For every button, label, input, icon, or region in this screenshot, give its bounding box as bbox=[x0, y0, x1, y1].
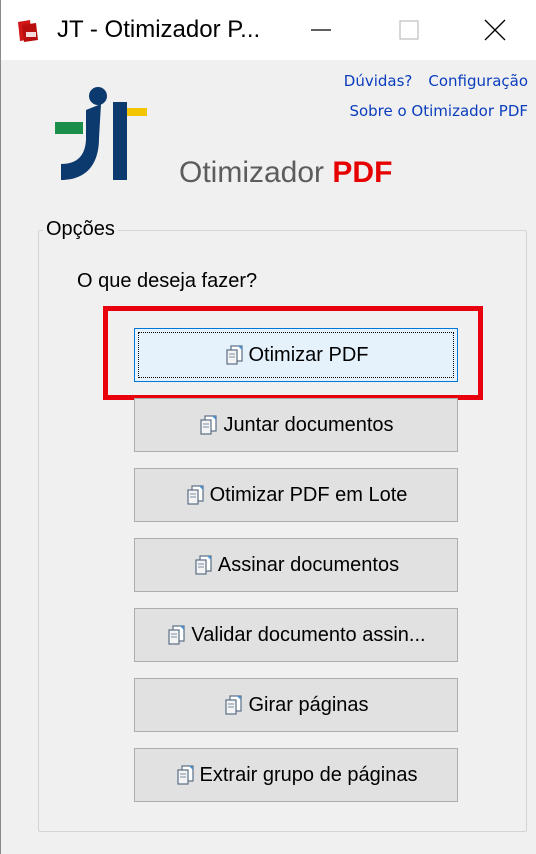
close-icon bbox=[484, 19, 506, 41]
validate-signed-document-button[interactable]: Validar documento assin... bbox=[134, 608, 458, 662]
about-link[interactable]: Sobre o Otimizador PDF bbox=[349, 102, 528, 120]
settings-link[interactable]: Configuração bbox=[428, 72, 528, 90]
title-bar[interactable]: JT - Otimizador P... bbox=[1, 0, 536, 60]
document-icon bbox=[225, 345, 243, 365]
batch-optimize-button[interactable]: Otimizar PDF em Lote bbox=[134, 468, 458, 522]
sign-documents-label: Assinar documentos bbox=[217, 553, 400, 576]
app-name-heading: Otimizador PDF bbox=[179, 156, 392, 190]
options-group-title: Opções bbox=[43, 218, 118, 241]
document-icon bbox=[200, 415, 218, 435]
app-window: JT - Otimizador P... Dúvidas? Configuraçã… bbox=[0, 0, 536, 854]
app-name-pdf: PDF bbox=[332, 156, 393, 189]
header-links: Dúvidas? Configuração Sobre o Otimizador … bbox=[344, 66, 528, 126]
window-title: JT - Otimizador P... bbox=[57, 16, 261, 43]
document-icon bbox=[186, 485, 204, 505]
maximize-icon bbox=[399, 20, 419, 40]
minimize-button[interactable] bbox=[275, 0, 367, 60]
options-question: O que deseja fazer? bbox=[77, 270, 258, 292]
document-icon bbox=[225, 695, 243, 715]
document-icon bbox=[195, 555, 212, 575]
rotate-pages-button[interactable]: Girar páginas bbox=[134, 678, 458, 732]
extract-pages-button[interactable]: Extrair grupo de páginas bbox=[134, 748, 458, 802]
help-link[interactable]: Dúvidas? bbox=[344, 72, 413, 90]
optimize-pdf-button[interactable]: Otimizar PDF bbox=[134, 328, 458, 382]
document-icon bbox=[168, 625, 185, 645]
merge-documents-button[interactable]: Juntar documentos bbox=[134, 398, 458, 452]
validate-signed-document-label: Validar documento assin... bbox=[191, 623, 426, 646]
document-icon bbox=[176, 765, 194, 785]
batch-optimize-label: Otimizar PDF em Lote bbox=[209, 483, 408, 506]
pdf-app-icon bbox=[18, 20, 38, 42]
sign-documents-button[interactable]: Assinar documentos bbox=[134, 538, 458, 592]
maximize-button[interactable] bbox=[363, 0, 455, 60]
rotate-pages-label: Girar páginas bbox=[248, 693, 369, 716]
jt-logo bbox=[55, 87, 147, 180]
extract-pages-label: Extrair grupo de páginas bbox=[199, 763, 418, 786]
optimize-pdf-label: Otimizar PDF bbox=[248, 343, 369, 366]
merge-documents-label: Juntar documentos bbox=[223, 413, 394, 436]
app-name-prefix: Otimizador bbox=[179, 156, 325, 189]
minimize-icon bbox=[311, 29, 331, 31]
close-button[interactable] bbox=[449, 0, 536, 60]
